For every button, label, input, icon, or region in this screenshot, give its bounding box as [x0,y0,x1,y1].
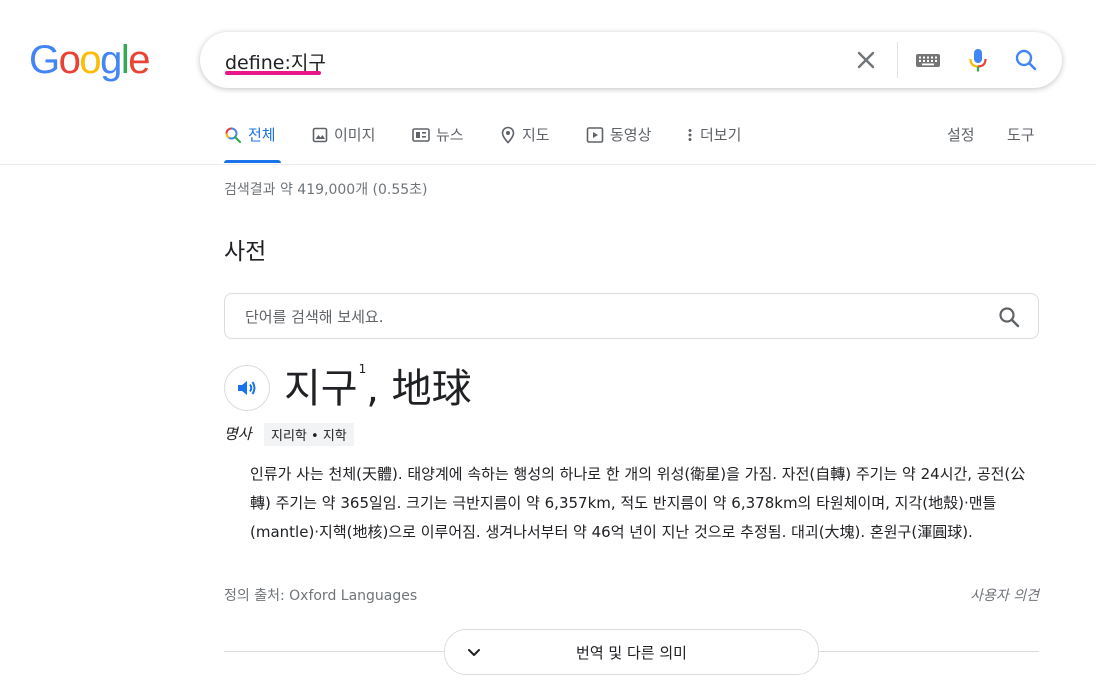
definition-text: 인류가 사는 천체(天體). 태양계에 속하는 행성의 하나로 한 개의 위성(… [250,465,1026,541]
headword-superscript: 1 [358,362,367,376]
tab-news[interactable]: 뉴스 [412,124,464,145]
search-bar[interactable]: define:지구 [200,32,1062,88]
dictionary-search-box[interactable] [224,293,1039,339]
headword-hanja: , 地球 [366,366,472,412]
tab-label: 뉴스 [436,126,464,144]
search-icon [225,127,242,143]
tab-label: 지도 [522,126,550,144]
tab-label: 더보기 [700,126,742,144]
logo-letter: g [100,38,122,82]
part-of-speech: 명사 [224,425,252,443]
translations-button[interactable]: 번역 및 다른 의미 [444,629,819,675]
query-underline [225,71,321,75]
field-label: 지리학 • 지학 [264,423,354,446]
tab-more[interactable]: 더보기 [686,124,741,145]
speaker-icon [238,381,256,395]
search-icon[interactable] [997,305,1021,333]
logo-letter: o [79,38,101,82]
settings-label: 설정 [947,126,975,144]
clear-icon[interactable] [852,46,880,74]
news-icon [412,127,430,142]
active-tab-indicator [224,160,281,163]
search-icon[interactable] [1012,46,1040,74]
logo-letter: G [29,38,60,82]
result-stats: 검색결과 약 419,000개 (0.55초) [224,182,428,198]
search-tabs: 전체 이미지 뉴스 지도 동영상 더보기 설정 도구 [0,112,1096,165]
tab-videos[interactable]: 동영상 [586,124,651,145]
search-divider [897,42,898,78]
tab-label: 동영상 [610,126,652,144]
definition-source: 정의 출처: Oxford Languages [224,588,418,604]
dictionary-search-input[interactable] [243,304,987,330]
headword-text: 지구 [284,366,358,412]
keyboard-icon[interactable] [914,46,942,74]
settings-link[interactable]: 설정 [947,124,975,145]
tab-label: 이미지 [334,126,376,144]
translations-button-label: 번역 및 다른 의미 [576,644,687,662]
tab-all[interactable]: 전체 [224,124,276,145]
more-vertical-icon [688,128,692,141]
tab-label: 전체 [248,126,276,144]
map-pin-icon [501,126,515,144]
feedback-link[interactable]: 사용자 의견 [970,585,1039,605]
tab-maps[interactable]: 지도 [500,124,550,145]
tools-link[interactable]: 도구 [1007,124,1035,145]
tab-images[interactable]: 이미지 [312,124,375,145]
logo-letter: o [58,38,81,82]
microphone-icon[interactable] [964,46,992,74]
video-icon [586,126,604,143]
image-icon [312,127,328,142]
pronunciation-button[interactable] [224,365,270,411]
dictionary-title: 사전 [224,239,267,265]
tools-label: 도구 [1007,126,1035,144]
logo-letter: e [128,38,150,82]
logo-letter: l [120,38,130,82]
headword: 지구1, 地球 [284,356,472,414]
google-logo[interactable]: Google [29,38,150,83]
